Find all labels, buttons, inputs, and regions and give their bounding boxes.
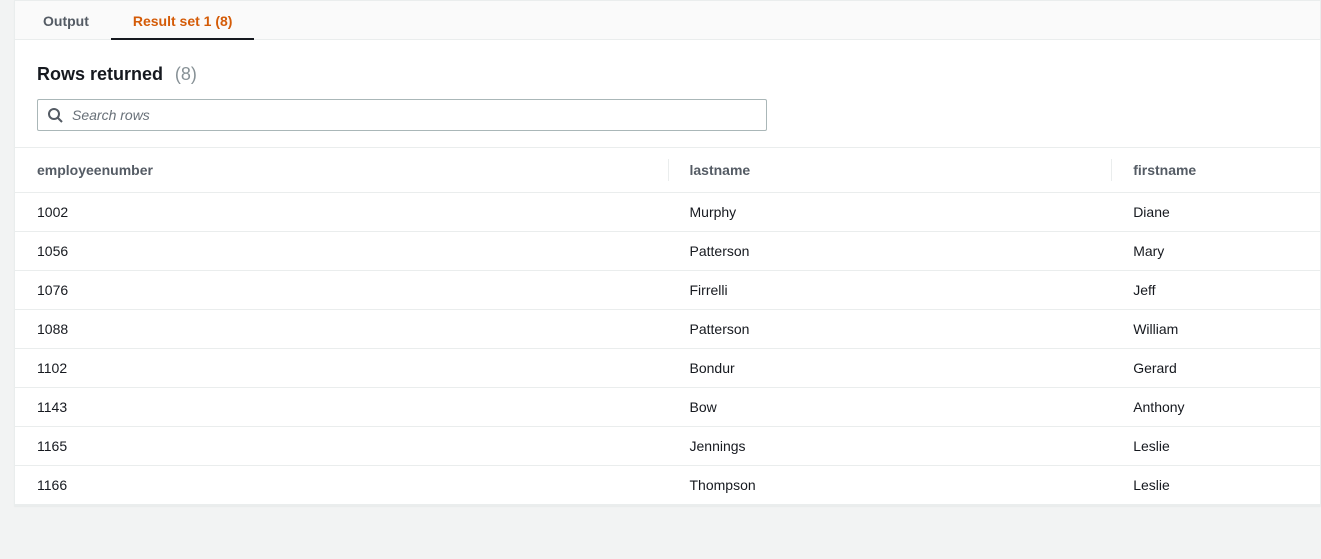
- search-input[interactable]: [37, 99, 767, 131]
- column-header-firstname[interactable]: firstname: [1111, 148, 1320, 193]
- column-header-employeenumber[interactable]: employeenumber: [15, 148, 668, 193]
- cell-firstname: Gerard: [1111, 349, 1320, 388]
- table-row[interactable]: 1088 Patterson William: [15, 310, 1320, 349]
- table-row[interactable]: 1102 Bondur Gerard: [15, 349, 1320, 388]
- cell-employeenumber: 1002: [15, 193, 668, 232]
- tab-result-set-1[interactable]: Result set 1 (8): [111, 1, 255, 39]
- cell-firstname: William: [1111, 310, 1320, 349]
- column-header-lastname[interactable]: lastname: [668, 148, 1112, 193]
- cell-employeenumber: 1076: [15, 271, 668, 310]
- rows-header: Rows returned (8): [15, 40, 1320, 99]
- cell-firstname: Leslie: [1111, 466, 1320, 505]
- cell-employeenumber: 1143: [15, 388, 668, 427]
- cell-firstname: Leslie: [1111, 427, 1320, 466]
- search-box: [37, 99, 767, 131]
- cell-employeenumber: 1102: [15, 349, 668, 388]
- cell-lastname: Thompson: [668, 466, 1112, 505]
- cell-firstname: Anthony: [1111, 388, 1320, 427]
- table-row[interactable]: 1076 Firrelli Jeff: [15, 271, 1320, 310]
- cell-lastname: Firrelli: [668, 271, 1112, 310]
- cell-employeenumber: 1088: [15, 310, 668, 349]
- cell-firstname: Mary: [1111, 232, 1320, 271]
- cell-employeenumber: 1165: [15, 427, 668, 466]
- rows-returned-title: Rows returned: [37, 64, 163, 84]
- cell-lastname: Patterson: [668, 310, 1112, 349]
- table-row[interactable]: 1002 Murphy Diane: [15, 193, 1320, 232]
- cell-lastname: Bow: [668, 388, 1112, 427]
- table-row[interactable]: 1165 Jennings Leslie: [15, 427, 1320, 466]
- rows-returned-count: (8): [175, 64, 197, 84]
- table-row[interactable]: 1166 Thompson Leslie: [15, 466, 1320, 505]
- tabs-bar: Output Result set 1 (8): [15, 1, 1320, 40]
- cell-firstname: Diane: [1111, 193, 1320, 232]
- cell-lastname: Patterson: [668, 232, 1112, 271]
- table-row[interactable]: 1056 Patterson Mary: [15, 232, 1320, 271]
- cell-firstname: Jeff: [1111, 271, 1320, 310]
- search-icon: [47, 107, 63, 123]
- cell-lastname: Bondur: [668, 349, 1112, 388]
- tab-output[interactable]: Output: [21, 1, 111, 39]
- cell-employeenumber: 1056: [15, 232, 668, 271]
- cell-lastname: Murphy: [668, 193, 1112, 232]
- results-panel: Output Result set 1 (8) Rows returned (8…: [14, 0, 1321, 506]
- table-row[interactable]: 1143 Bow Anthony: [15, 388, 1320, 427]
- results-table: employeenumber lastname firstname 1002 M…: [15, 148, 1320, 505]
- cell-lastname: Jennings: [668, 427, 1112, 466]
- cell-employeenumber: 1166: [15, 466, 668, 505]
